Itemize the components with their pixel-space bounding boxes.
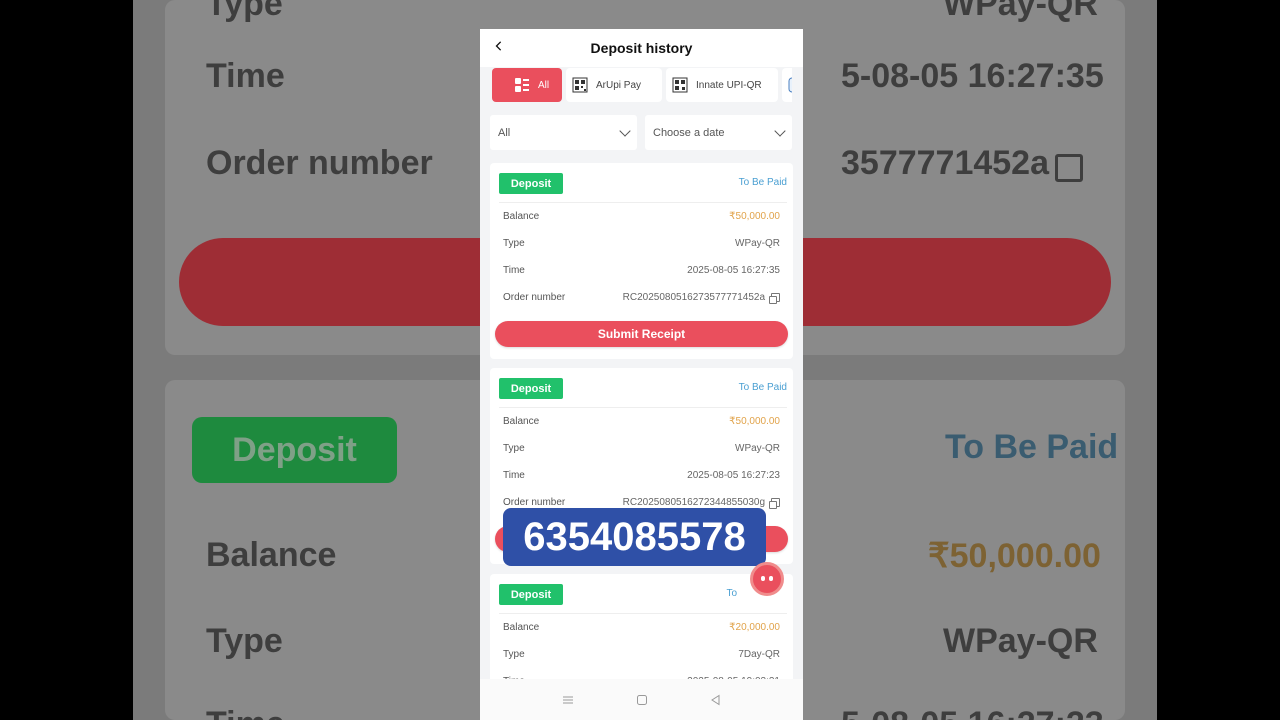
copy-icon[interactable] [769, 497, 780, 509]
type-select[interactable]: All [490, 115, 637, 150]
date-picker[interactable]: Choose a date [645, 115, 792, 150]
order-row: Order number RC2025080516273577771452a [503, 290, 780, 304]
bg-time-value-2: 5-08-05 16:27:23 [841, 705, 1104, 720]
bg-type-label-top: Type [206, 0, 283, 23]
chevron-down-icon [774, 124, 786, 137]
bg-copy-icon [1055, 154, 1083, 182]
time-value: 2025-08-05 16:27:35 [687, 264, 780, 276]
bg-balance-value: ₹50,000.00 [928, 537, 1101, 575]
type-value: WPay-QR [735, 237, 780, 249]
menu-icon[interactable] [561, 694, 575, 706]
tab-innate-upi-qr[interactable]: Innate UPI-QR [666, 68, 778, 102]
bg-type-label: Type [206, 622, 283, 660]
chevron-down-icon [619, 124, 631, 137]
status-label: To Be Paid [738, 177, 787, 188]
bg-balance-label: Balance [206, 536, 337, 574]
order-row: Order number RC2025080516272344855030g [503, 495, 780, 509]
status-label: To Be Paid [738, 382, 787, 393]
balance-value: ₹20,000.00 [729, 621, 780, 633]
type-row: Type WPay-QR [503, 441, 780, 455]
bg-order-value: 3577771452a [841, 144, 1050, 182]
tab-more[interactable] [782, 68, 792, 102]
submit-receipt-button[interactable]: Submit Receipt [495, 321, 788, 347]
time-label: Time [503, 264, 525, 276]
qr-code-icon [672, 77, 688, 93]
time-label: Time [503, 469, 525, 481]
balance-row: Balance ₹50,000.00 [503, 209, 780, 223]
type-row: Type WPay-QR [503, 236, 780, 250]
page-title: Deposit history [590, 40, 693, 56]
deposit-badge: Deposit [499, 173, 563, 194]
balance-row: Balance ₹20,000.00 [503, 620, 780, 634]
divider [499, 613, 787, 614]
deposit-badge: Deposit [499, 378, 563, 399]
bg-order-label: Order number [206, 144, 433, 182]
deposit-record-card: Deposit To Be Paid Balance ₹50,000.00 Ty… [490, 163, 793, 359]
bg-status: To Be Paid [945, 428, 1119, 466]
tab-arupi-pay[interactable]: ArUpi Pay [566, 68, 662, 102]
back-arrow-icon[interactable] [494, 41, 504, 51]
qr-code-icon [572, 77, 588, 93]
qr-code-icon [788, 77, 792, 93]
order-label: Order number [503, 291, 566, 303]
type-select-value: All [498, 126, 511, 139]
bg-type-value: WPay-QR [943, 622, 1098, 660]
tab-all-label: All [538, 79, 550, 91]
tab-arupi-pay-label: ArUpi Pay [596, 79, 642, 91]
bg-time-value: 5-08-05 16:27:35 [841, 57, 1104, 95]
deposit-badge: Deposit [499, 584, 563, 605]
divider [499, 407, 787, 408]
date-picker-placeholder: Choose a date [653, 126, 725, 139]
balance-label: Balance [503, 621, 540, 633]
time-row: Time 2025-08-05 16:27:23 [503, 468, 780, 482]
type-value: WPay-QR [735, 442, 780, 454]
copy-icon[interactable] [769, 292, 780, 304]
order-label: Order number [503, 496, 566, 508]
balance-label: Balance [503, 210, 540, 222]
payment-method-tabs: All ArUpi Pay Innate UPI-QR [492, 68, 792, 102]
chat-support-button[interactable] [750, 562, 784, 596]
system-nav-bar [480, 679, 803, 720]
type-row: Type 7Day-QR [503, 647, 780, 661]
back-icon[interactable] [709, 694, 723, 706]
grid-icon [515, 78, 529, 92]
phone-number-overlay: 6354085578 [503, 508, 766, 566]
home-icon[interactable] [635, 694, 649, 706]
type-label: Type [503, 237, 525, 249]
time-value: 2025-08-05 16:27:23 [687, 469, 780, 481]
tab-all[interactable]: All [492, 68, 562, 102]
deposit-record-card: Deposit To Balance ₹20,000.00 Type 7Day-… [490, 574, 793, 694]
header: Deposit history [480, 29, 803, 67]
tab-innate-upi-qr-label: Innate UPI-QR [696, 79, 762, 91]
chat-icon [761, 576, 773, 582]
status-label: To [726, 588, 737, 599]
time-row: Time 2025-08-05 16:27:35 [503, 263, 780, 277]
bg-time-label-2: Time [206, 705, 285, 720]
bg-badge: Deposit [192, 417, 397, 483]
bg-time-label: Time [206, 57, 285, 95]
filters: All Choose a date [490, 115, 792, 150]
balance-row: Balance ₹50,000.00 [503, 414, 780, 428]
order-value: RC2025080516272344855030g [622, 496, 765, 508]
balance-label: Balance [503, 415, 540, 427]
phone-screen: Deposit history All ArUpi Pay Innate UPI… [480, 29, 803, 720]
type-label: Type [503, 648, 525, 660]
balance-value: ₹50,000.00 [729, 210, 780, 222]
order-value-wrap: RC2025080516273577771452a [622, 291, 780, 304]
bg-type-value-top: WPay-QR [943, 0, 1098, 23]
divider [499, 202, 787, 203]
order-value: RC2025080516273577771452a [622, 291, 765, 303]
balance-value: ₹50,000.00 [729, 415, 780, 427]
order-value-wrap: RC2025080516272344855030g [622, 496, 780, 509]
type-value: 7Day-QR [738, 648, 780, 660]
type-label: Type [503, 442, 525, 454]
